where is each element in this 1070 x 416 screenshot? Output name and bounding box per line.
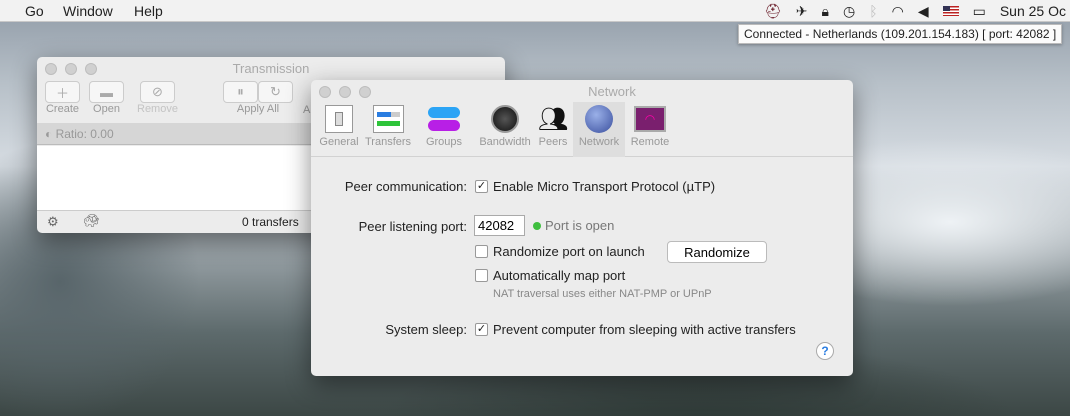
ratio-label: Ratio: 0.00 bbox=[55, 127, 114, 141]
randomize-on-launch-label: Randomize port on launch bbox=[493, 244, 645, 259]
toolbar-truncated-label: A bbox=[303, 104, 311, 116]
remote-screen-icon: ◠ bbox=[634, 106, 666, 132]
tab-label: General bbox=[319, 136, 359, 148]
tab-label: Network bbox=[578, 136, 620, 148]
speedometer-icon bbox=[491, 105, 519, 133]
menu-bar: Go Window Help ⛑ ✈ 🔒︎ ◷ ᛒ ◠ ◀ ▭ Sun 25 O… bbox=[0, 0, 1070, 22]
port-status-icon bbox=[533, 221, 541, 230]
tab-transfers[interactable]: Transfers bbox=[365, 102, 411, 148]
bluetooth-icon[interactable]: ᛒ bbox=[869, 3, 877, 19]
tab-peers[interactable]: 👥︎ Peers bbox=[530, 102, 576, 149]
resume-icon: ↻ bbox=[258, 81, 293, 103]
auto-map-port-label: Automatically map port bbox=[493, 268, 626, 283]
port-status: Port is open bbox=[545, 218, 615, 233]
transfers-icon bbox=[372, 105, 404, 133]
port-label: Peer listening port: bbox=[358, 219, 467, 234]
utp-checkbox[interactable]: ✓ Enable Micro Transport Protocol (µTP) bbox=[475, 179, 715, 194]
menu-window[interactable]: Window bbox=[63, 3, 113, 19]
auto-map-port-checkbox[interactable]: Automatically map port bbox=[475, 268, 625, 283]
peer-communication-label: Peer communication: bbox=[344, 179, 467, 194]
remove-icon: ⊘ bbox=[139, 81, 175, 103]
prevent-sleep-checkbox[interactable]: ✓ Prevent computer from sleeping with act… bbox=[475, 322, 796, 337]
tab-groups[interactable]: Groups bbox=[421, 102, 467, 148]
remove-label: Remove bbox=[137, 103, 178, 115]
gear-icon[interactable]: ⚙ bbox=[47, 214, 59, 230]
randomize-on-launch-checkbox[interactable]: Randomize port on launch bbox=[475, 244, 645, 259]
prevent-sleep-label: Prevent computer from sleeping with acti… bbox=[493, 322, 796, 337]
apply-all-label: Apply All bbox=[236, 103, 280, 115]
tab-bandwidth[interactable]: Bandwidth bbox=[477, 102, 533, 148]
open-button[interactable]: ▬ Open bbox=[89, 81, 124, 115]
transfer-count: 0 transfers bbox=[242, 215, 299, 229]
remove-button[interactable]: ⊘ Remove bbox=[137, 81, 178, 115]
tab-label: Groups bbox=[425, 136, 463, 148]
lock-icon[interactable]: 🔒︎ bbox=[822, 3, 829, 20]
globe-icon bbox=[585, 105, 613, 133]
tab-label: Peers bbox=[538, 136, 568, 148]
clock[interactable]: Sun 25 Oc bbox=[1000, 3, 1066, 19]
tab-remote[interactable]: ◠ Remote bbox=[627, 102, 673, 148]
folder-icon: ▬ bbox=[89, 81, 124, 103]
groups-icon bbox=[428, 107, 460, 131]
vpn-icon[interactable]: ⛑ bbox=[764, 3, 782, 20]
apply-all-button[interactable]: ⏸ ↻ Apply All bbox=[223, 81, 293, 115]
network-preferences-window: Network General Transfers Groups Bandwid… bbox=[311, 80, 853, 376]
wifi-icon[interactable]: ◠ bbox=[892, 3, 904, 20]
port-row: Port is open bbox=[474, 215, 614, 236]
tab-label: Transfers bbox=[364, 136, 412, 148]
utp-label: Enable Micro Transport Protocol (µTP) bbox=[493, 179, 716, 194]
nat-note: NAT traversal uses either NAT-PMP or UPn… bbox=[493, 288, 712, 300]
open-label: Open bbox=[93, 103, 120, 115]
menu-go[interactable]: Go bbox=[25, 3, 44, 19]
tab-label: Remote bbox=[630, 136, 670, 148]
battery-icon[interactable]: ▭ bbox=[973, 3, 986, 20]
create-button[interactable]: ＋ Create bbox=[45, 81, 80, 115]
crane-icon[interactable]: ✈ bbox=[796, 3, 808, 20]
tab-network[interactable]: Network bbox=[573, 102, 625, 157]
window-title: Transmission bbox=[232, 61, 310, 76]
help-button[interactable]: ? bbox=[816, 342, 834, 360]
ratio-icon: ◐ bbox=[45, 127, 56, 141]
tab-general[interactable]: General bbox=[316, 102, 362, 148]
port-input[interactable] bbox=[474, 215, 525, 236]
checkbox-unchecked bbox=[475, 269, 488, 282]
checkbox-checked: ✓ bbox=[475, 323, 488, 336]
vpn-tooltip: Connected - Netherlands (109.201.154.183… bbox=[738, 24, 1063, 44]
tab-label: Bandwidth bbox=[479, 136, 531, 148]
us-flag-icon[interactable] bbox=[942, 6, 959, 16]
time-machine-icon[interactable]: ◷ bbox=[843, 3, 855, 20]
system-sleep-label: System sleep: bbox=[385, 322, 467, 337]
peers-icon: 👥︎ bbox=[537, 105, 569, 133]
turtle-icon[interactable]: 🐢︎ bbox=[83, 213, 100, 229]
menu-help[interactable]: Help bbox=[134, 3, 163, 19]
pause-icon: ⏸ bbox=[223, 81, 258, 103]
checkbox-unchecked bbox=[475, 245, 488, 258]
checkbox-checked: ✓ bbox=[475, 180, 488, 193]
randomize-button[interactable]: Randomize bbox=[667, 241, 767, 263]
volume-icon[interactable]: ◀ bbox=[918, 3, 929, 20]
create-icon: ＋ bbox=[45, 81, 80, 103]
create-label: Create bbox=[45, 103, 80, 115]
switch-icon bbox=[325, 105, 353, 133]
